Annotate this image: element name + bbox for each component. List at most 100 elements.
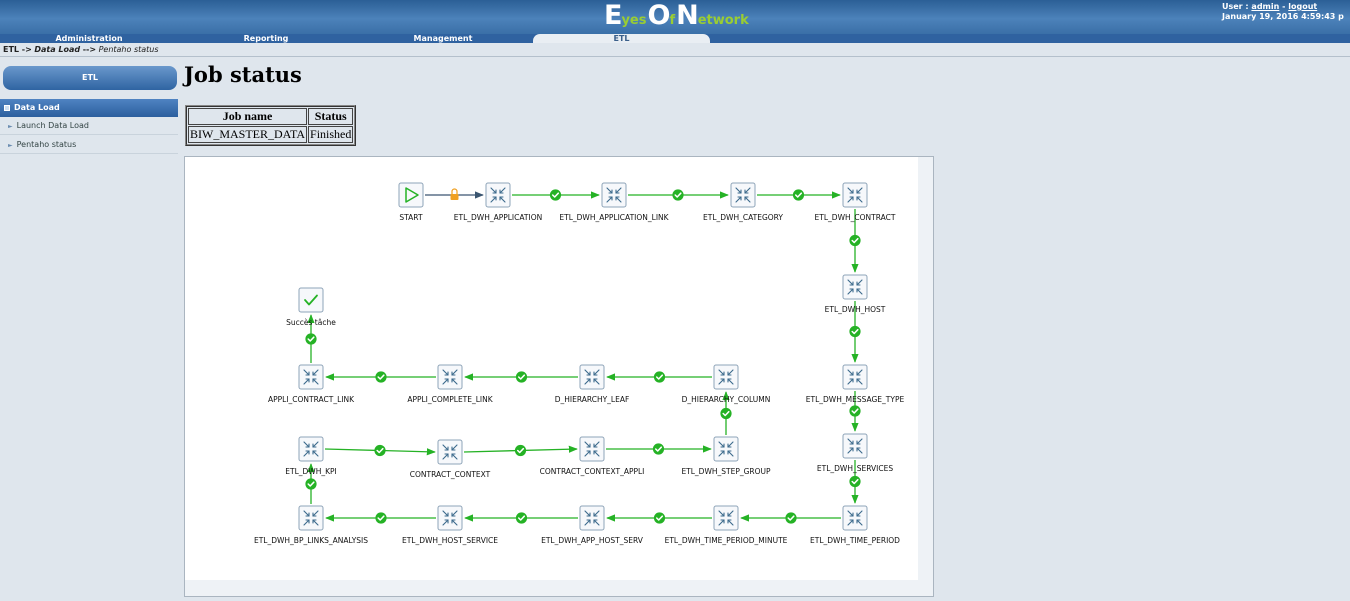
breadcrumb-data-load[interactable]: Data Load [34, 45, 80, 54]
page-title: Job status [184, 62, 302, 87]
hop-success-icon [305, 333, 317, 345]
hop-success-icon [849, 405, 861, 417]
column-header-status: Status [308, 108, 354, 125]
job-node-contract-context-appli[interactable]: CONTRACT_CONTEXT_APPLI [540, 436, 645, 476]
job-node-time-period-minute[interactable]: ETL_DWH_TIME_PERIOD_MINUTE [665, 505, 788, 545]
user-info: User : admin - logout January 19, 2016 4… [1222, 2, 1344, 22]
job-diagram-canvas: START ETL_DWH_APPLICATION ETL_DWH_APPLICAT… [185, 157, 918, 580]
hop-success-icon [720, 407, 732, 420]
job-node-contract-context[interactable]: CONTRACT_CONTEXT [410, 439, 491, 479]
job-node-label: ETL_DWH_TIME_PERIOD_MINUTE [665, 536, 788, 545]
job-name-cell: BIW_MASTER_DATA [188, 126, 308, 143]
job-node-appli-contract-link[interactable]: APPLI_CONTRACT_LINK [268, 364, 355, 404]
job-node-label: Succès tâche [286, 318, 336, 327]
hop-success-icon [672, 189, 684, 201]
job-node-kpi[interactable]: ETL_DWH_KPI [285, 436, 337, 476]
job-node-message-type[interactable]: ETL_DWH_MESSAGE_TYPE [806, 364, 905, 404]
job-node-label: D_HIERARCHY_LEAF [555, 395, 630, 404]
job-node-label: ETL_DWH_APPLICATION_LINK [559, 213, 669, 222]
hop-success-icon [849, 234, 861, 247]
job-entry-icon [298, 505, 324, 531]
job-node-label: ETL_DWH_TIME_PERIOD [810, 536, 900, 545]
job-node-application-link[interactable]: ETL_DWH_APPLICATION_LINK [559, 182, 670, 222]
tab-reporting[interactable]: Reporting [178, 34, 354, 43]
table-row: BIW_MASTER_DATA Finished [188, 126, 354, 143]
hop-success-icon [305, 478, 317, 490]
job-node-label: ETL_DWH_BP_LINKS_ANALYSIS [254, 536, 368, 545]
sidebar-item-launch-data-load[interactable]: ► Launch Data Load [0, 117, 178, 135]
job-entry-icon [437, 505, 463, 531]
start-icon [398, 182, 424, 208]
tab-management[interactable]: Management [354, 34, 532, 43]
hop-success-icon [653, 512, 666, 524]
job-entry-icon [842, 364, 868, 390]
job-node-label: ETL_DWH_STEP_GROUP [681, 467, 771, 476]
job-node-time-period[interactable]: ETL_DWH_TIME_PERIOD [810, 505, 900, 545]
job-entry-icon [579, 436, 605, 462]
success-icon [298, 287, 324, 313]
job-status-cell: Finished [308, 126, 354, 143]
job-node-label: ETL_DWH_CATEGORY [703, 213, 783, 222]
breadcrumb-current: Pentaho status [98, 45, 159, 54]
main-nav: Administration Reporting Management ETL [0, 34, 1350, 43]
job-node-start[interactable]: START [398, 182, 424, 222]
job-node-host[interactable]: ETL_DWH_HOST [825, 274, 886, 314]
job-node-label: CONTRACT_CONTEXT [410, 470, 491, 479]
job-node-label: ETL_DWH_HOST [825, 305, 886, 314]
job-node-bp-links-analysis[interactable]: ETL_DWH_BP_LINKS_ANALYSIS [254, 505, 368, 545]
job-entry-icon [437, 364, 463, 390]
hop-success-icon [785, 512, 797, 524]
job-node-app-host-serv[interactable]: ETL_DWH_APP_HOST_SERV [541, 505, 644, 545]
job-node-label: APPLI_COMPLETE_LINK [407, 395, 493, 404]
job-entry-icon [713, 505, 739, 531]
hop-success-icon [792, 189, 805, 201]
job-node-step-group[interactable]: ETL_DWH_STEP_GROUP [681, 436, 771, 476]
hop-success-icon [549, 189, 562, 201]
sidebar-item-pentaho-status[interactable]: ► Pentaho status [0, 136, 178, 154]
job-entry-icon [579, 364, 605, 390]
tab-administration[interactable]: Administration [0, 34, 178, 43]
user-label: User : [1222, 2, 1249, 11]
job-node-application[interactable]: ETL_DWH_APPLICATION [454, 182, 543, 222]
eyesofnetwork-logo[interactable]: EyesOfNetwork [604, 1, 750, 31]
job-entry-icon [437, 439, 463, 465]
job-entry-icon [842, 433, 868, 459]
column-header-job-name: Job name [188, 108, 308, 125]
job-entry-icon [713, 364, 739, 390]
hop-success-icon [849, 325, 861, 338]
sidebar-section-data-load[interactable]: Data Load [0, 99, 178, 117]
job-node-host-service[interactable]: ETL_DWH_HOST_SERVICE [402, 505, 498, 545]
job-entry-icon [601, 182, 627, 208]
job-node-label: ETL_DWH_MESSAGE_TYPE [806, 395, 905, 404]
breadcrumb-divider [0, 56, 1350, 57]
breadcrumb-arrow: --> [82, 45, 97, 54]
logout-link[interactable]: logout [1288, 2, 1317, 11]
hop-success-icon [515, 371, 528, 383]
bullet-arrow-icon: ► [8, 123, 13, 130]
job-node-success[interactable]: Succès tâche [286, 287, 336, 327]
bullet-arrow-icon: ► [8, 142, 13, 149]
job-entry-icon [842, 182, 868, 208]
job-node-label: ETL_DWH_HOST_SERVICE [402, 536, 498, 545]
hop-success-icon [374, 444, 386, 457]
job-node-hierarchy-column[interactable]: D_HIERARCHY_COLUMN [682, 364, 771, 404]
job-flow-diagram: START ETL_DWH_APPLICATION ETL_DWH_APPLICAT… [254, 182, 905, 545]
job-entry-icon [713, 436, 739, 462]
job-node-hierarchy-leaf[interactable]: D_HIERARCHY_LEAF [555, 364, 630, 404]
job-node-label: CONTRACT_CONTEXT_APPLI [540, 467, 645, 476]
job-node-services[interactable]: ETL_DWH_SERVICES [817, 433, 893, 473]
job-node-category[interactable]: ETL_DWH_CATEGORY [703, 182, 783, 222]
job-node-contract[interactable]: ETL_DWH_CONTRACT [815, 182, 896, 222]
job-node-appli-complete-link[interactable]: APPLI_COMPLETE_LINK [407, 364, 494, 404]
table-header-row: Job name Status [188, 108, 354, 125]
top-header: EyesOfNetwork User : admin - logout Janu… [0, 0, 1350, 34]
hop-success-icon [375, 512, 387, 524]
job-status-table: Job name Status BIW_MASTER_DATA Finished [185, 105, 357, 146]
hop-success-icon [375, 371, 387, 383]
breadcrumb: ETL -> Data Load --> Pentaho status [3, 45, 159, 54]
sidebar-etl-button[interactable]: ETL [3, 66, 177, 90]
job-node-label: ETL_DWH_SERVICES [817, 464, 893, 473]
user-name-link[interactable]: admin [1251, 2, 1279, 11]
tab-etl[interactable]: ETL [533, 34, 710, 43]
breadcrumb-etl[interactable]: ETL -> [3, 45, 32, 54]
